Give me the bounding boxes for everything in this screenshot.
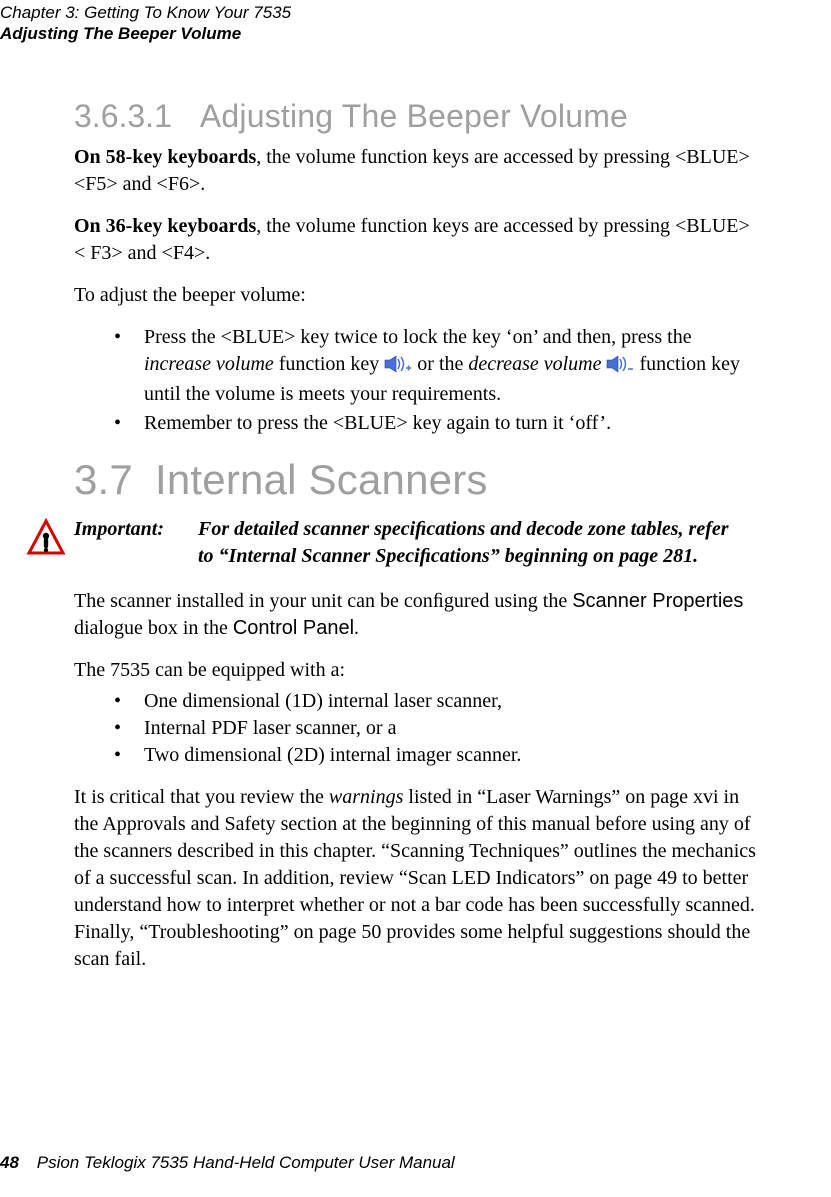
heading-title: Internal Scanners bbox=[155, 456, 488, 503]
list-item: Press the <BLUE> key twice to lock the k… bbox=[136, 324, 756, 408]
running-header: Chapter 3: Getting To Know Your 7535 Adj… bbox=[0, 0, 831, 45]
para-lead: On 58-key keyboards bbox=[74, 146, 256, 168]
heading-3-7: 3.7 Internal Scanners bbox=[74, 452, 756, 509]
paragraph: It is critical that you review the warni… bbox=[74, 784, 756, 973]
heading-3-6-3-1: 3.6.3.1 Adjusting The Beeper Volume bbox=[74, 95, 756, 138]
list-item: Two dimensional (2D) internal imager sca… bbox=[136, 742, 756, 769]
para-lead: On 36-key keyboards bbox=[74, 215, 256, 237]
list-item: Internal PDF laser scanner, or a bbox=[136, 715, 756, 742]
ui-term: Control Panel bbox=[233, 617, 354, 639]
footer-title: Psion Teklogix 7535 Hand-Held Computer U… bbox=[37, 1153, 455, 1172]
warning-icon bbox=[26, 518, 66, 566]
volume-up-icon bbox=[384, 354, 412, 381]
heading-number: 3.6.3.1 bbox=[74, 98, 172, 134]
volume-down-icon bbox=[606, 354, 634, 381]
heading-number: 3.7 bbox=[74, 456, 133, 503]
paragraph: The scanner installed in your unit can b… bbox=[74, 588, 756, 642]
heading-title: Adjusting The Beeper Volume bbox=[200, 98, 628, 134]
paragraph: On 58-key keyboards, the volume function… bbox=[74, 144, 756, 198]
list-item: Remember to press the <BLUE> key again t… bbox=[136, 410, 756, 437]
important-text: Important:For detailed scanner speciﬁcat… bbox=[66, 516, 756, 570]
paragraph: The 7535 can be equipped with a: bbox=[74, 657, 756, 684]
ui-term: Scanner Properties bbox=[572, 590, 743, 612]
important-first: For detailed scanner speciﬁcations and d… bbox=[198, 518, 729, 540]
important-note: Important:For detailed scanner speciﬁcat… bbox=[26, 516, 756, 570]
bullet-list: One dimensional (1D) internal laser scan… bbox=[74, 688, 756, 769]
page-footer: 48 Psion Teklogix 7535 Hand-Held Compute… bbox=[0, 1152, 455, 1175]
list-item: One dimensional (1D) internal laser scan… bbox=[136, 688, 756, 715]
header-chapter: Chapter 3: Getting To Know Your 7535 bbox=[0, 2, 831, 23]
paragraph: On 36-key keyboards, the volume function… bbox=[74, 213, 756, 267]
important-label: Important: bbox=[74, 516, 198, 543]
important-body: to “Internal Scanner Speciﬁcations” begi… bbox=[74, 543, 756, 570]
page-content: 3.6.3.1 Adjusting The Beeper Volume On 58… bbox=[0, 45, 756, 974]
paragraph: To adjust the beeper volume: bbox=[74, 282, 756, 309]
header-section: Adjusting The Beeper Volume bbox=[0, 23, 831, 44]
bullet-list: Press the <BLUE> key twice to lock the k… bbox=[74, 324, 756, 437]
page-number: 48 bbox=[0, 1152, 32, 1175]
